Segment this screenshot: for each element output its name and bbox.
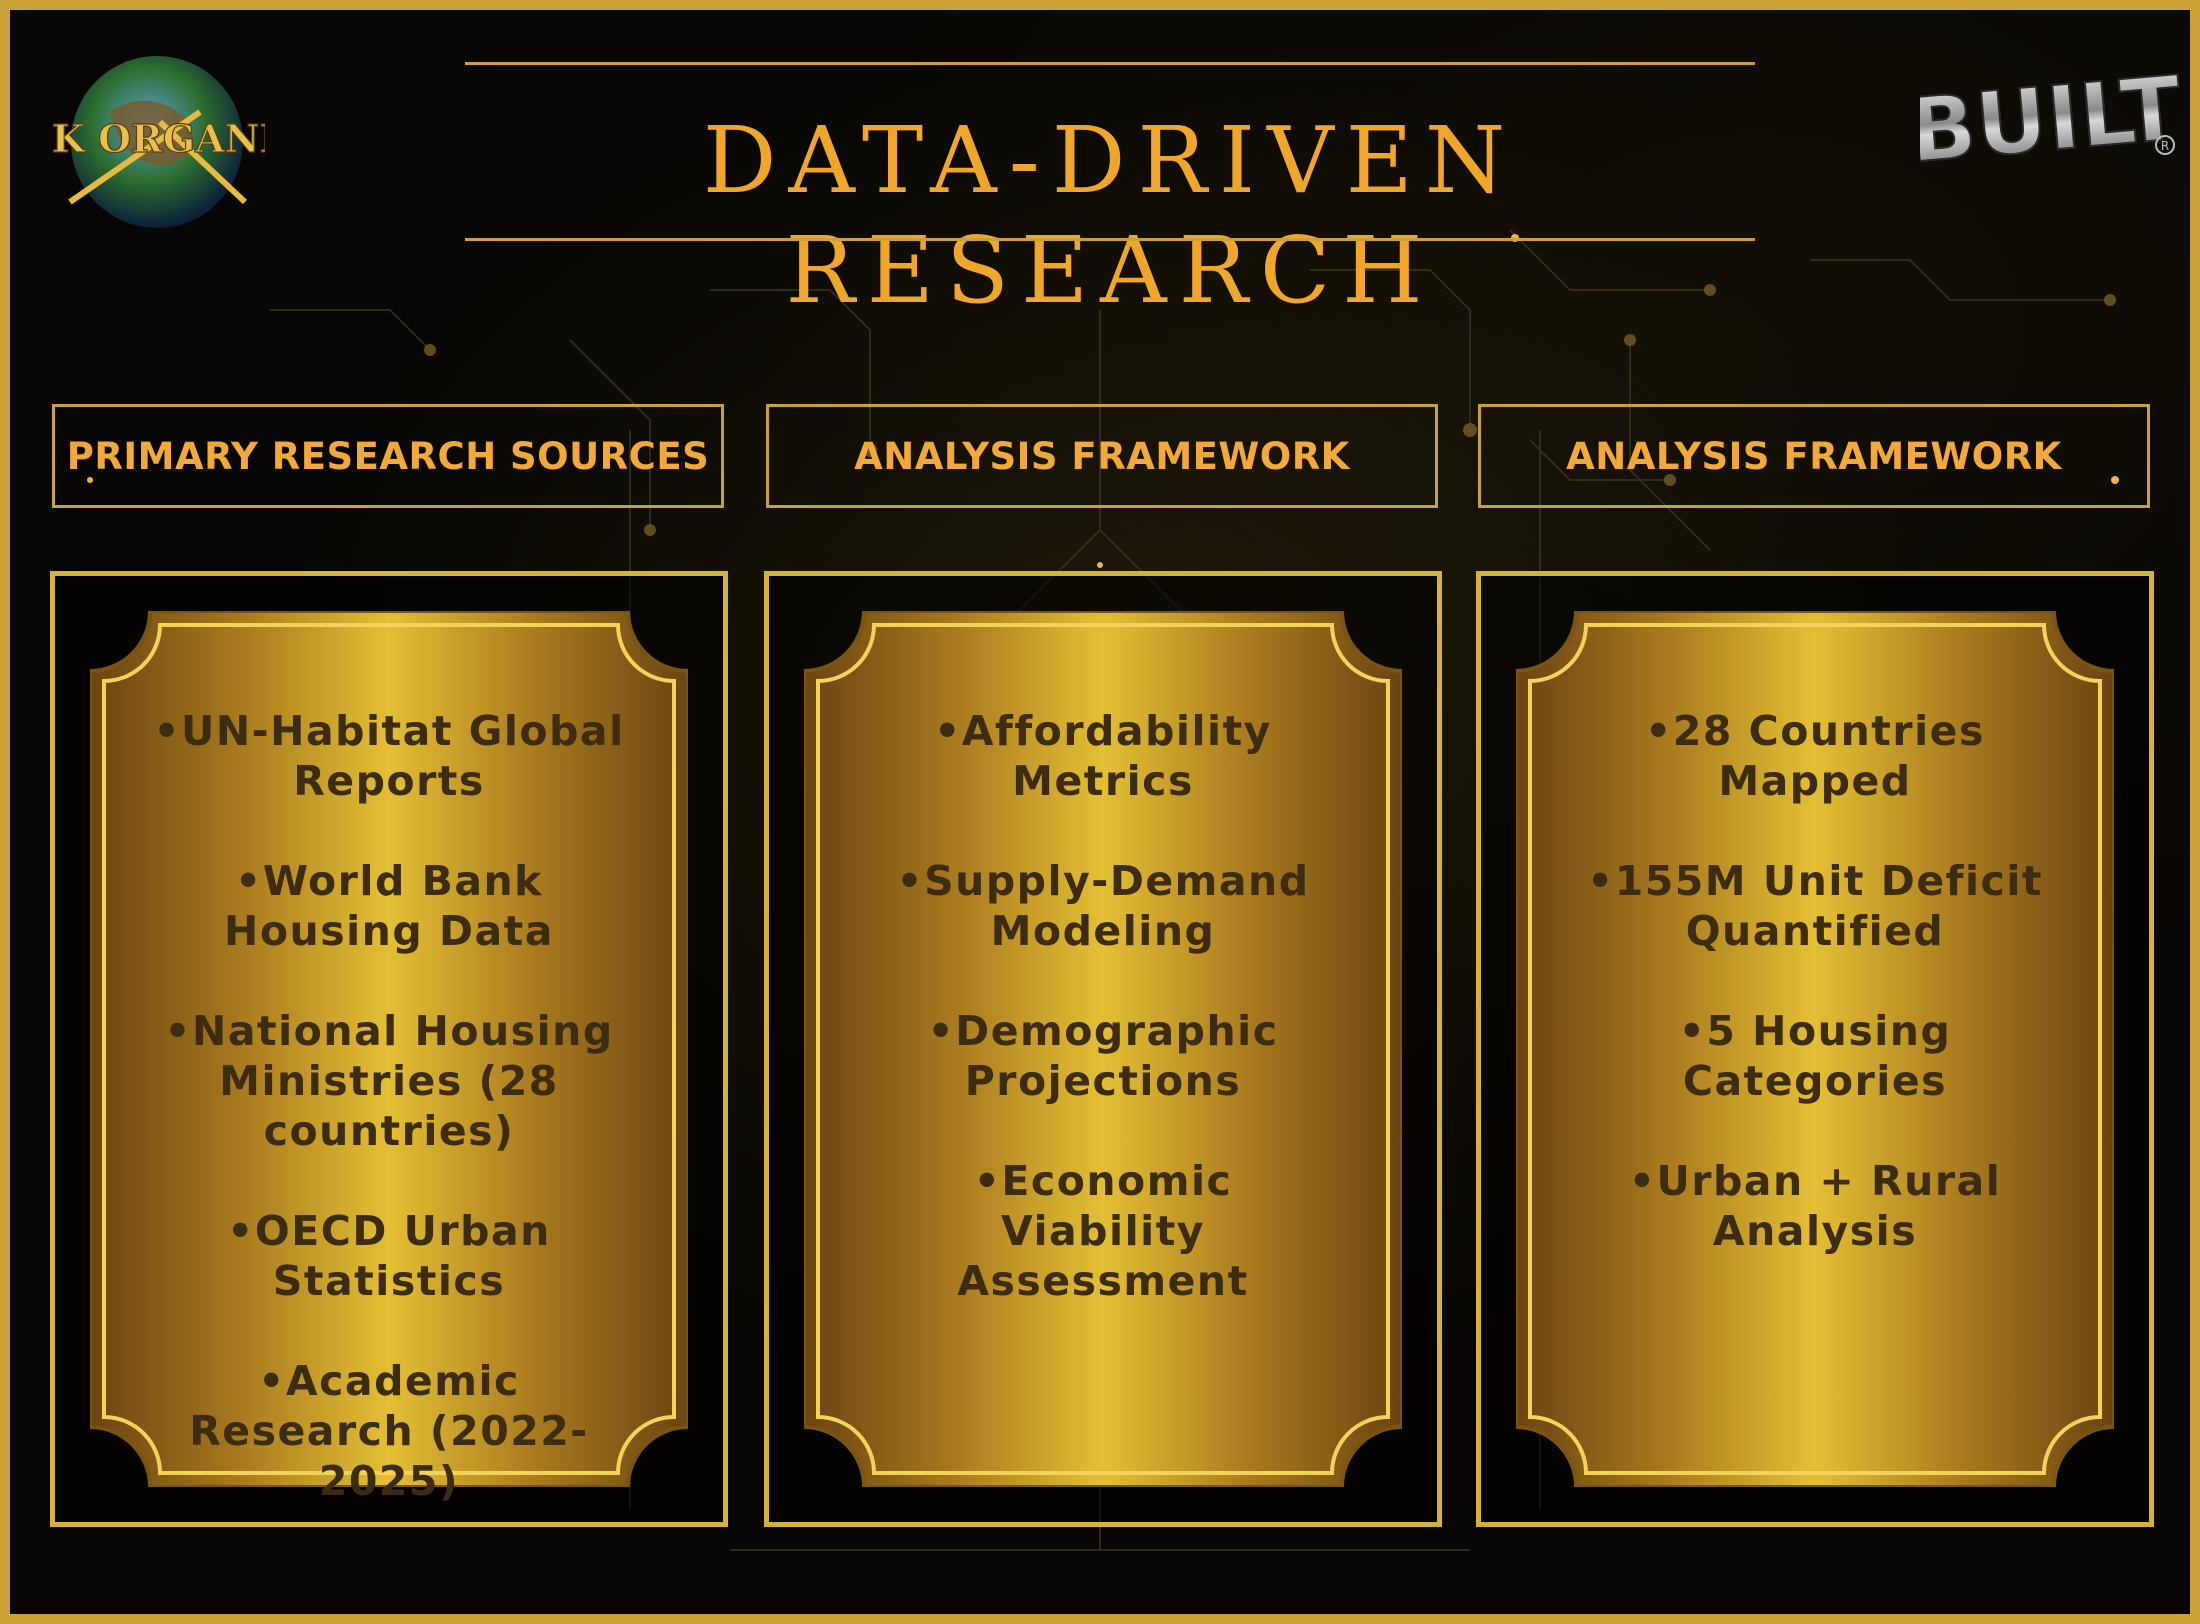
list-item: •World Bank Housing Data (224, 857, 554, 955)
logo-left-text: JEMROCK ORGANIZATION (50, 116, 265, 161)
list-item: •155M Unit Deficit Quantified (1587, 857, 2043, 955)
panel-primary-sources: •UN-Habitat Global Reports •World Bank H… (50, 571, 728, 1527)
list-item: •Affordability Metrics (934, 707, 1272, 805)
list-item: •National Housing Ministries (28 countri… (164, 1007, 614, 1155)
list-item: •Economic Viability Assessment (957, 1157, 1249, 1305)
list-item: •5 Housing Categories (1678, 1007, 1952, 1105)
list-item: •Urban + Rural Analysis (1628, 1157, 2002, 1255)
card-analysis-framework: •Affordability Metrics •Supply-Demand Mo… (804, 611, 1402, 1487)
panel-analysis-framework: •Affordability Metrics •Supply-Demand Mo… (764, 571, 1442, 1527)
list-item: •Supply-Demand Modeling (896, 857, 1310, 955)
jemrock-logo: JEMROCK ORGANIZATION (50, 56, 265, 228)
card-list: •UN-Habitat Global Reports •World Bank H… (150, 706, 628, 1556)
list-item: •OECD Urban Statistics (227, 1207, 551, 1305)
column-header-analysis-framework-2: ANALYSIS FRAMEWORK (1478, 404, 2150, 508)
list-item: •UN-Habitat Global Reports (153, 707, 625, 805)
list-item: •Academic Research (2022-2025) (189, 1357, 589, 1505)
card-list: •Affordability Metrics •Supply-Demand Mo… (864, 706, 1342, 1356)
list-item: •28 Countries Mapped (1645, 707, 1985, 805)
svg-text:R: R (2161, 139, 2169, 153)
list-item: •Demographic Projections (927, 1007, 1279, 1105)
built-logo: BUILT R (1920, 55, 2180, 180)
title-rule-top (465, 62, 1755, 65)
panel-analysis-framework-2: •28 Countries Mapped •155M Unit Deficit … (1476, 571, 2154, 1527)
card-analysis-framework-2: •28 Countries Mapped •155M Unit Deficit … (1516, 611, 2114, 1487)
logo-right-text: BUILT (1920, 56, 2180, 180)
slide: JEMROCK ORGANIZATION BUILT R DATA-DRIVEN… (0, 0, 2200, 1624)
column-header-primary-sources: PRIMARY RESEARCH SOURCES (52, 404, 724, 508)
page-title: DATA-DRIVEN RESEARCH (702, 107, 1518, 324)
card-primary-sources: •UN-Habitat Global Reports •World Bank H… (90, 611, 688, 1505)
card-list: •28 Countries Mapped •155M Unit Deficit … (1576, 706, 2054, 1306)
column-header-analysis-framework: ANALYSIS FRAMEWORK (766, 404, 1438, 508)
title-rule-bottom (465, 238, 1755, 241)
